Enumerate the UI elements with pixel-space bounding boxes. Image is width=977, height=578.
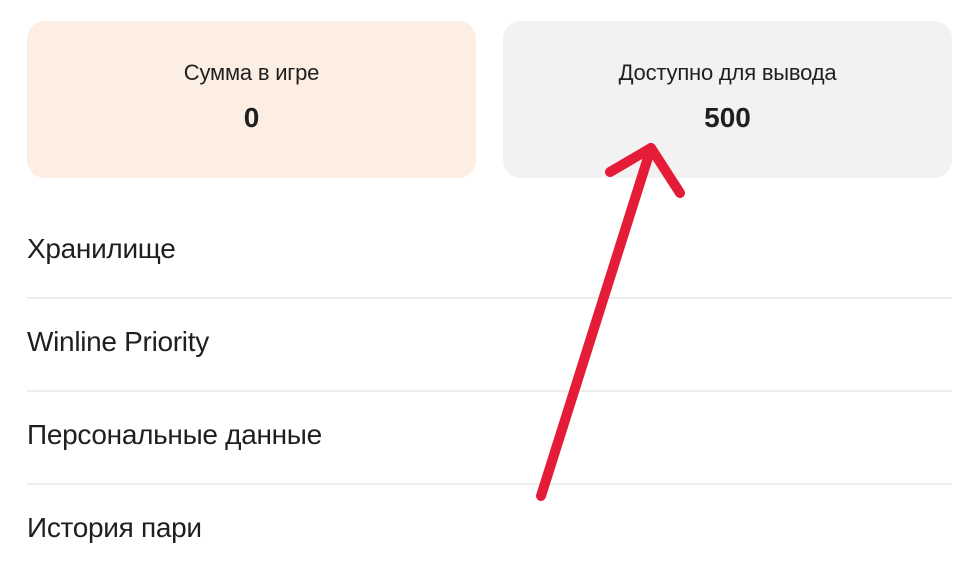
menu-item-storage[interactable]: Хранилище <box>27 206 952 299</box>
balance-cards: Сумма в игре 0 Доступно для вывода 500 <box>27 21 952 178</box>
withdrawable-value: 500 <box>704 102 751 133</box>
profile-menu: Хранилище Winline Priority Персональные … <box>27 206 952 578</box>
menu-item-label: Персональные данные <box>27 419 322 450</box>
in-game-label: Сумма в игре <box>183 60 320 85</box>
menu-item-label: Хранилище <box>27 233 176 264</box>
withdrawable-label: Доступно для вывода <box>618 60 837 85</box>
menu-item-label: История пари <box>27 512 202 543</box>
menu-item-label: Winline Priority <box>27 326 209 357</box>
menu-item-personal-data[interactable]: Персональные данные <box>27 392 952 485</box>
menu-item-bet-history[interactable]: История пари <box>27 485 952 578</box>
in-game-value: 0 <box>243 102 260 133</box>
withdrawable-balance-card[interactable]: Доступно для вывода 500 <box>503 21 952 178</box>
menu-item-winline-priority[interactable]: Winline Priority <box>27 299 952 392</box>
in-game-balance-card[interactable]: Сумма в игре 0 <box>27 21 476 178</box>
